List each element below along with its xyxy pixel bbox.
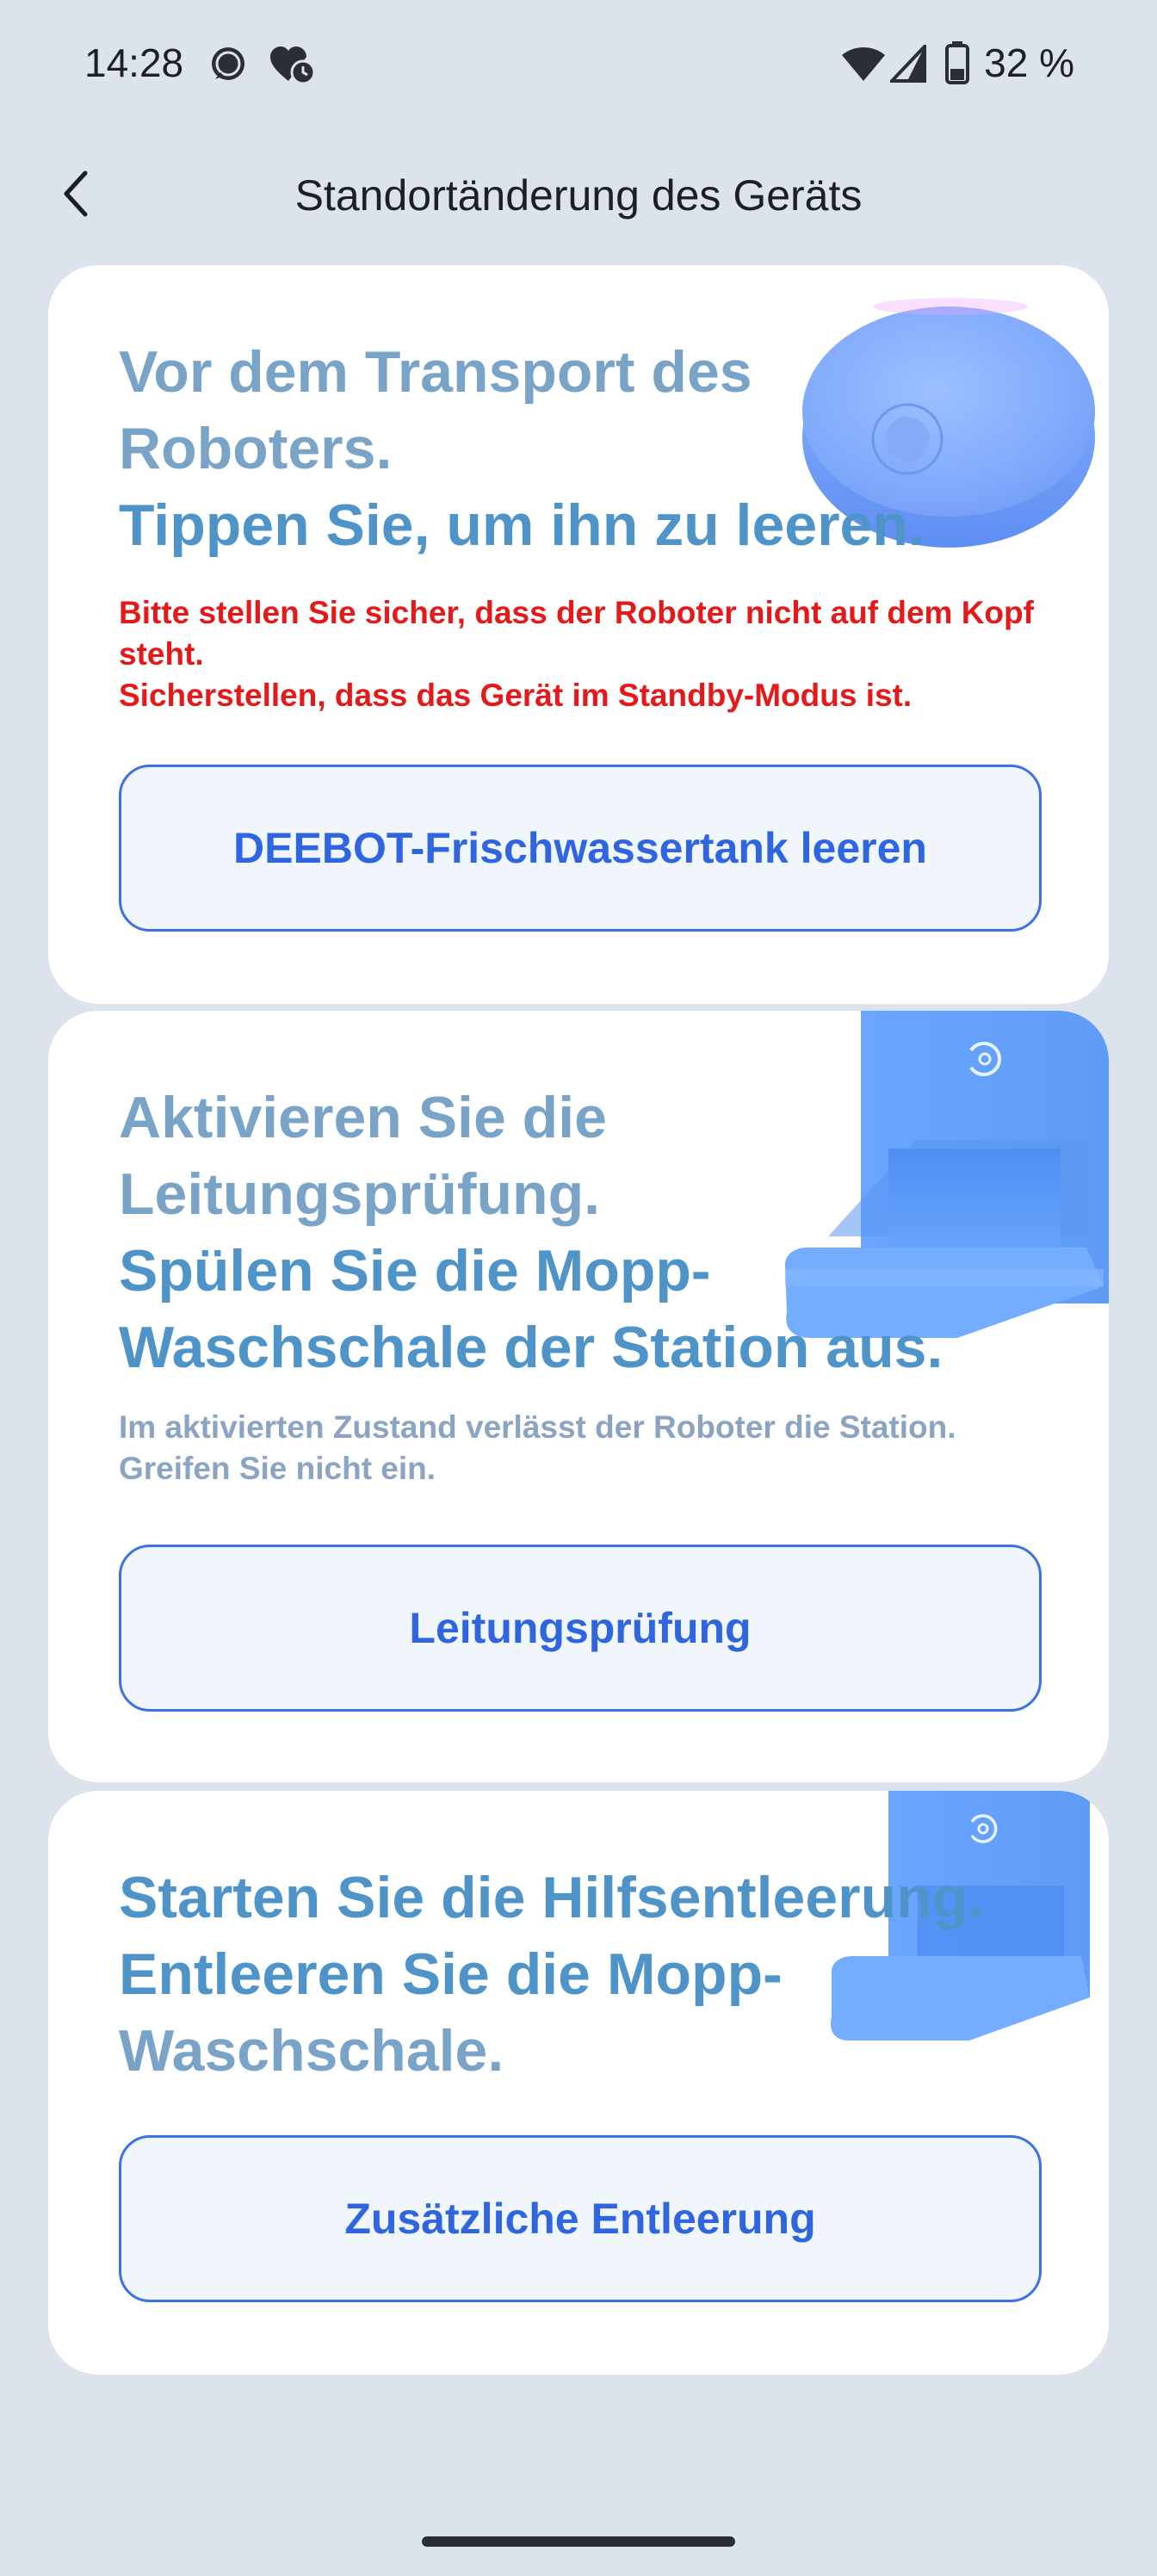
pipe-check-card: Aktivieren Sie die Leitungsprüfung. Spül…: [48, 1011, 1109, 1782]
pipe-check-button[interactable]: Leitungsprüfung: [119, 1545, 1042, 1712]
heart-clock-icon: [267, 43, 317, 90]
auxiliary-drain-card: Starten Sie die Hilfsentleerung. Entleer…: [48, 1791, 1109, 2375]
battery-percent: 32 %: [984, 40, 1074, 85]
empty-fresh-water-tank-button[interactable]: DEEBOT-Frischwassertank leeren: [119, 765, 1042, 932]
battery-icon: [945, 41, 969, 89]
app-bar: Standortänderung des Geräts: [0, 146, 1157, 241]
wifi-icon: [840, 45, 887, 87]
warning-line: Sicherstellen, dass das Gerät im Standby…: [119, 678, 913, 713]
heading-line: Tippen Sie, um ihn zu leeren.: [119, 492, 925, 558]
warning-text: Bitte stellen Sie sicher, dass der Robot…: [119, 592, 1049, 716]
home-indicator[interactable]: [422, 2536, 735, 2547]
heading-line: Entleeren Sie die Mopp-: [119, 1941, 783, 2007]
heading-line: Leitungsprüfung.: [119, 1161, 601, 1227]
transport-heading: Vor dem Transport des Roboters. Tippen S…: [119, 334, 1083, 564]
pipe-check-heading: Aktivieren Sie die Leitungsprüfung. Spül…: [119, 1080, 1083, 1386]
heading-line: Aktivieren Sie die: [119, 1085, 607, 1150]
page-title: Standortänderung des Geräts: [294, 171, 863, 220]
transport-card: Vor dem Transport des Roboters. Tippen S…: [48, 265, 1109, 1004]
chat-bubble-icon: [207, 43, 250, 90]
heading-line: Spülen Sie die Mopp-: [119, 1238, 711, 1303]
heading-line: Vor dem Transport des: [119, 339, 752, 405]
note-text: Im aktivierten Zustand verlässt der Robo…: [119, 1409, 956, 1486]
heading-line: Roboters.: [119, 416, 393, 481]
status-time: 14:28: [84, 40, 184, 85]
cell-signal-icon: [888, 41, 928, 87]
status-bar: 14:28 32 %: [0, 0, 1157, 129]
warning-line: Bitte stellen Sie sicher, dass der Robot…: [119, 595, 1034, 672]
heading-line: Waschschale der Station aus.: [119, 1315, 944, 1380]
heading-line: Waschschale.: [119, 2018, 504, 2084]
additional-drain-button[interactable]: Zusätzliche Entleerung: [119, 2135, 1042, 2302]
auxiliary-drain-heading: Starten Sie die Hilfsentleerung. Entleer…: [119, 1860, 1083, 2090]
heading-line: Starten Sie die Hilfsentleerung.: [119, 1865, 985, 1930]
